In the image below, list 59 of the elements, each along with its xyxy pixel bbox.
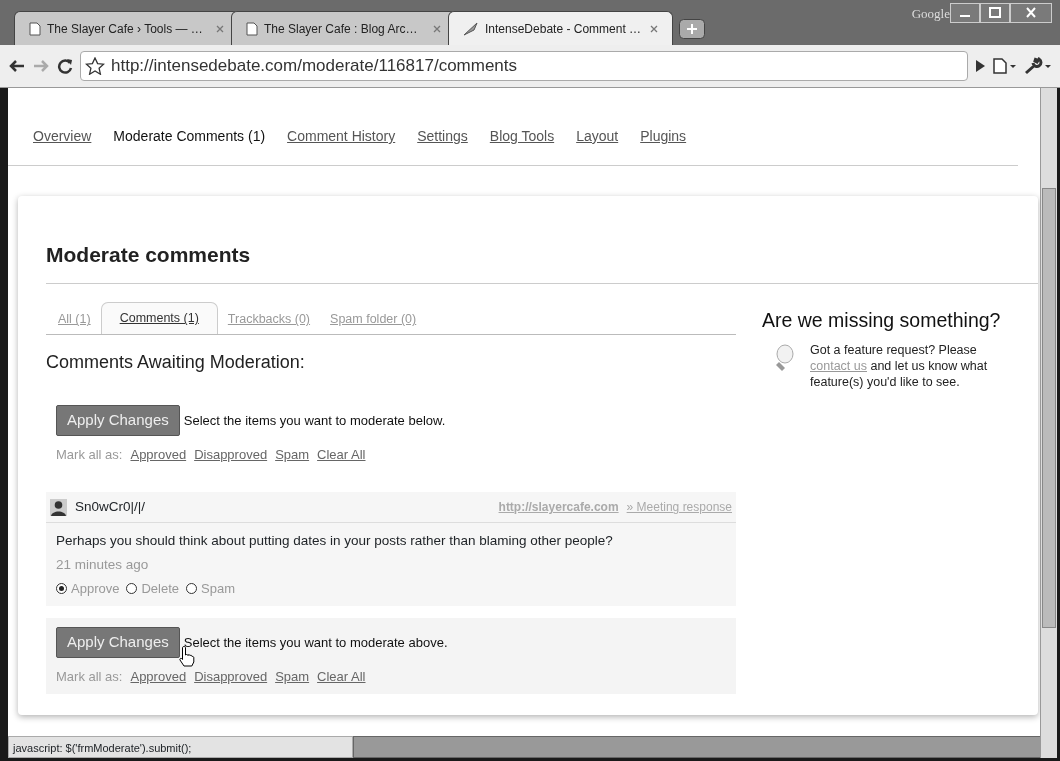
quill-icon	[463, 21, 479, 36]
avatar-icon	[50, 498, 67, 516]
mark-link[interactable]: Clear All	[317, 666, 366, 687]
radio-button[interactable]	[126, 583, 138, 595]
mark-link[interactable]: Clear All	[317, 444, 366, 465]
mark-link[interactable]: Disapproved	[194, 444, 268, 465]
instruction-text: Select the items you want to moderate above.	[183, 633, 448, 652]
radio-button[interactable]	[186, 583, 197, 595]
mark-link[interactable]: Spam	[275, 666, 310, 687]
radio-label: Spam	[201, 579, 235, 598]
sidebar-heading: Are we missing something?	[762, 308, 1002, 334]
nav-link[interactable]: Moderate Comments (1)	[113, 126, 266, 165]
play-icon[interactable]	[974, 59, 986, 73]
maximize-icon[interactable]	[980, 3, 1010, 23]
new-tab-icon[interactable]	[679, 19, 705, 39]
mark-link[interactable]: Approved	[130, 666, 187, 687]
minimize-icon[interactable]	[950, 3, 980, 23]
comment-time: 21 minutes ago	[56, 555, 150, 574]
close-icon[interactable]	[433, 24, 441, 33]
nav-link[interactable]: Settings	[417, 126, 468, 165]
hand-cursor-icon	[178, 645, 196, 668]
radio-label: Delete	[141, 579, 179, 598]
section-heading: Comments Awaiting Moderation:	[46, 351, 306, 375]
mark-all-label: Mark all as:	[56, 667, 123, 686]
filter-tab[interactable]: Comments (1)	[100, 302, 218, 335]
nav-link[interactable]: Layout	[576, 126, 619, 165]
reload-icon[interactable]	[56, 58, 74, 74]
close-icon[interactable]	[1010, 3, 1052, 23]
mark-all-label: Mark all as:	[56, 445, 123, 464]
mark-link[interactable]: Spam	[275, 444, 310, 465]
status-bar-text: javascript: $('frmModerate').submit();	[8, 736, 353, 758]
page-menu-icon[interactable]	[992, 57, 1018, 75]
close-icon[interactable]	[216, 24, 224, 33]
feature-request-text: Got a feature request? Please contact us and let us know what feature(s) you'd like to see.	[810, 343, 989, 391]
brand-label: Google	[911, 5, 950, 23]
page-icon	[246, 21, 258, 36]
radio-label: Approve	[71, 579, 120, 598]
radio-button[interactable]	[56, 583, 67, 595]
browser-tab[interactable]: IntenseDebate - Comment …	[448, 11, 673, 45]
page-title: Moderate comments	[46, 242, 1038, 285]
instruction-text: Select the items you want to moderate below.	[183, 411, 446, 430]
nav-link[interactable]: Overview	[33, 126, 92, 165]
apply-changes-button[interactable]: Apply Changes	[56, 405, 180, 436]
comment-author: Sn0wCr0|/|/	[75, 498, 146, 517]
wrench-icon[interactable]	[1024, 57, 1052, 75]
apply-changes-button[interactable]: Apply Changes	[56, 627, 180, 658]
page-icon	[29, 21, 41, 36]
comment-text: Perhaps you should think about putting dates in your posts rather than blaming other people?	[56, 532, 614, 551]
mark-link[interactable]: Disapproved	[194, 666, 268, 687]
back-icon[interactable]	[8, 58, 26, 74]
horizontal-scrollbar[interactable]	[353, 736, 1040, 758]
vertical-scrollbar[interactable]	[1040, 88, 1057, 758]
address-field[interactable]: http://intensedebate.com/moderate/116817/comments	[80, 51, 968, 81]
nav-link[interactable]: Comment History	[287, 126, 396, 165]
nav-link[interactable]: Blog Tools	[489, 126, 555, 165]
mark-link[interactable]: Approved	[130, 444, 187, 465]
nav-link[interactable]: Plugins	[640, 126, 687, 165]
star-icon[interactable]	[85, 57, 105, 75]
close-icon[interactable]	[650, 24, 658, 33]
